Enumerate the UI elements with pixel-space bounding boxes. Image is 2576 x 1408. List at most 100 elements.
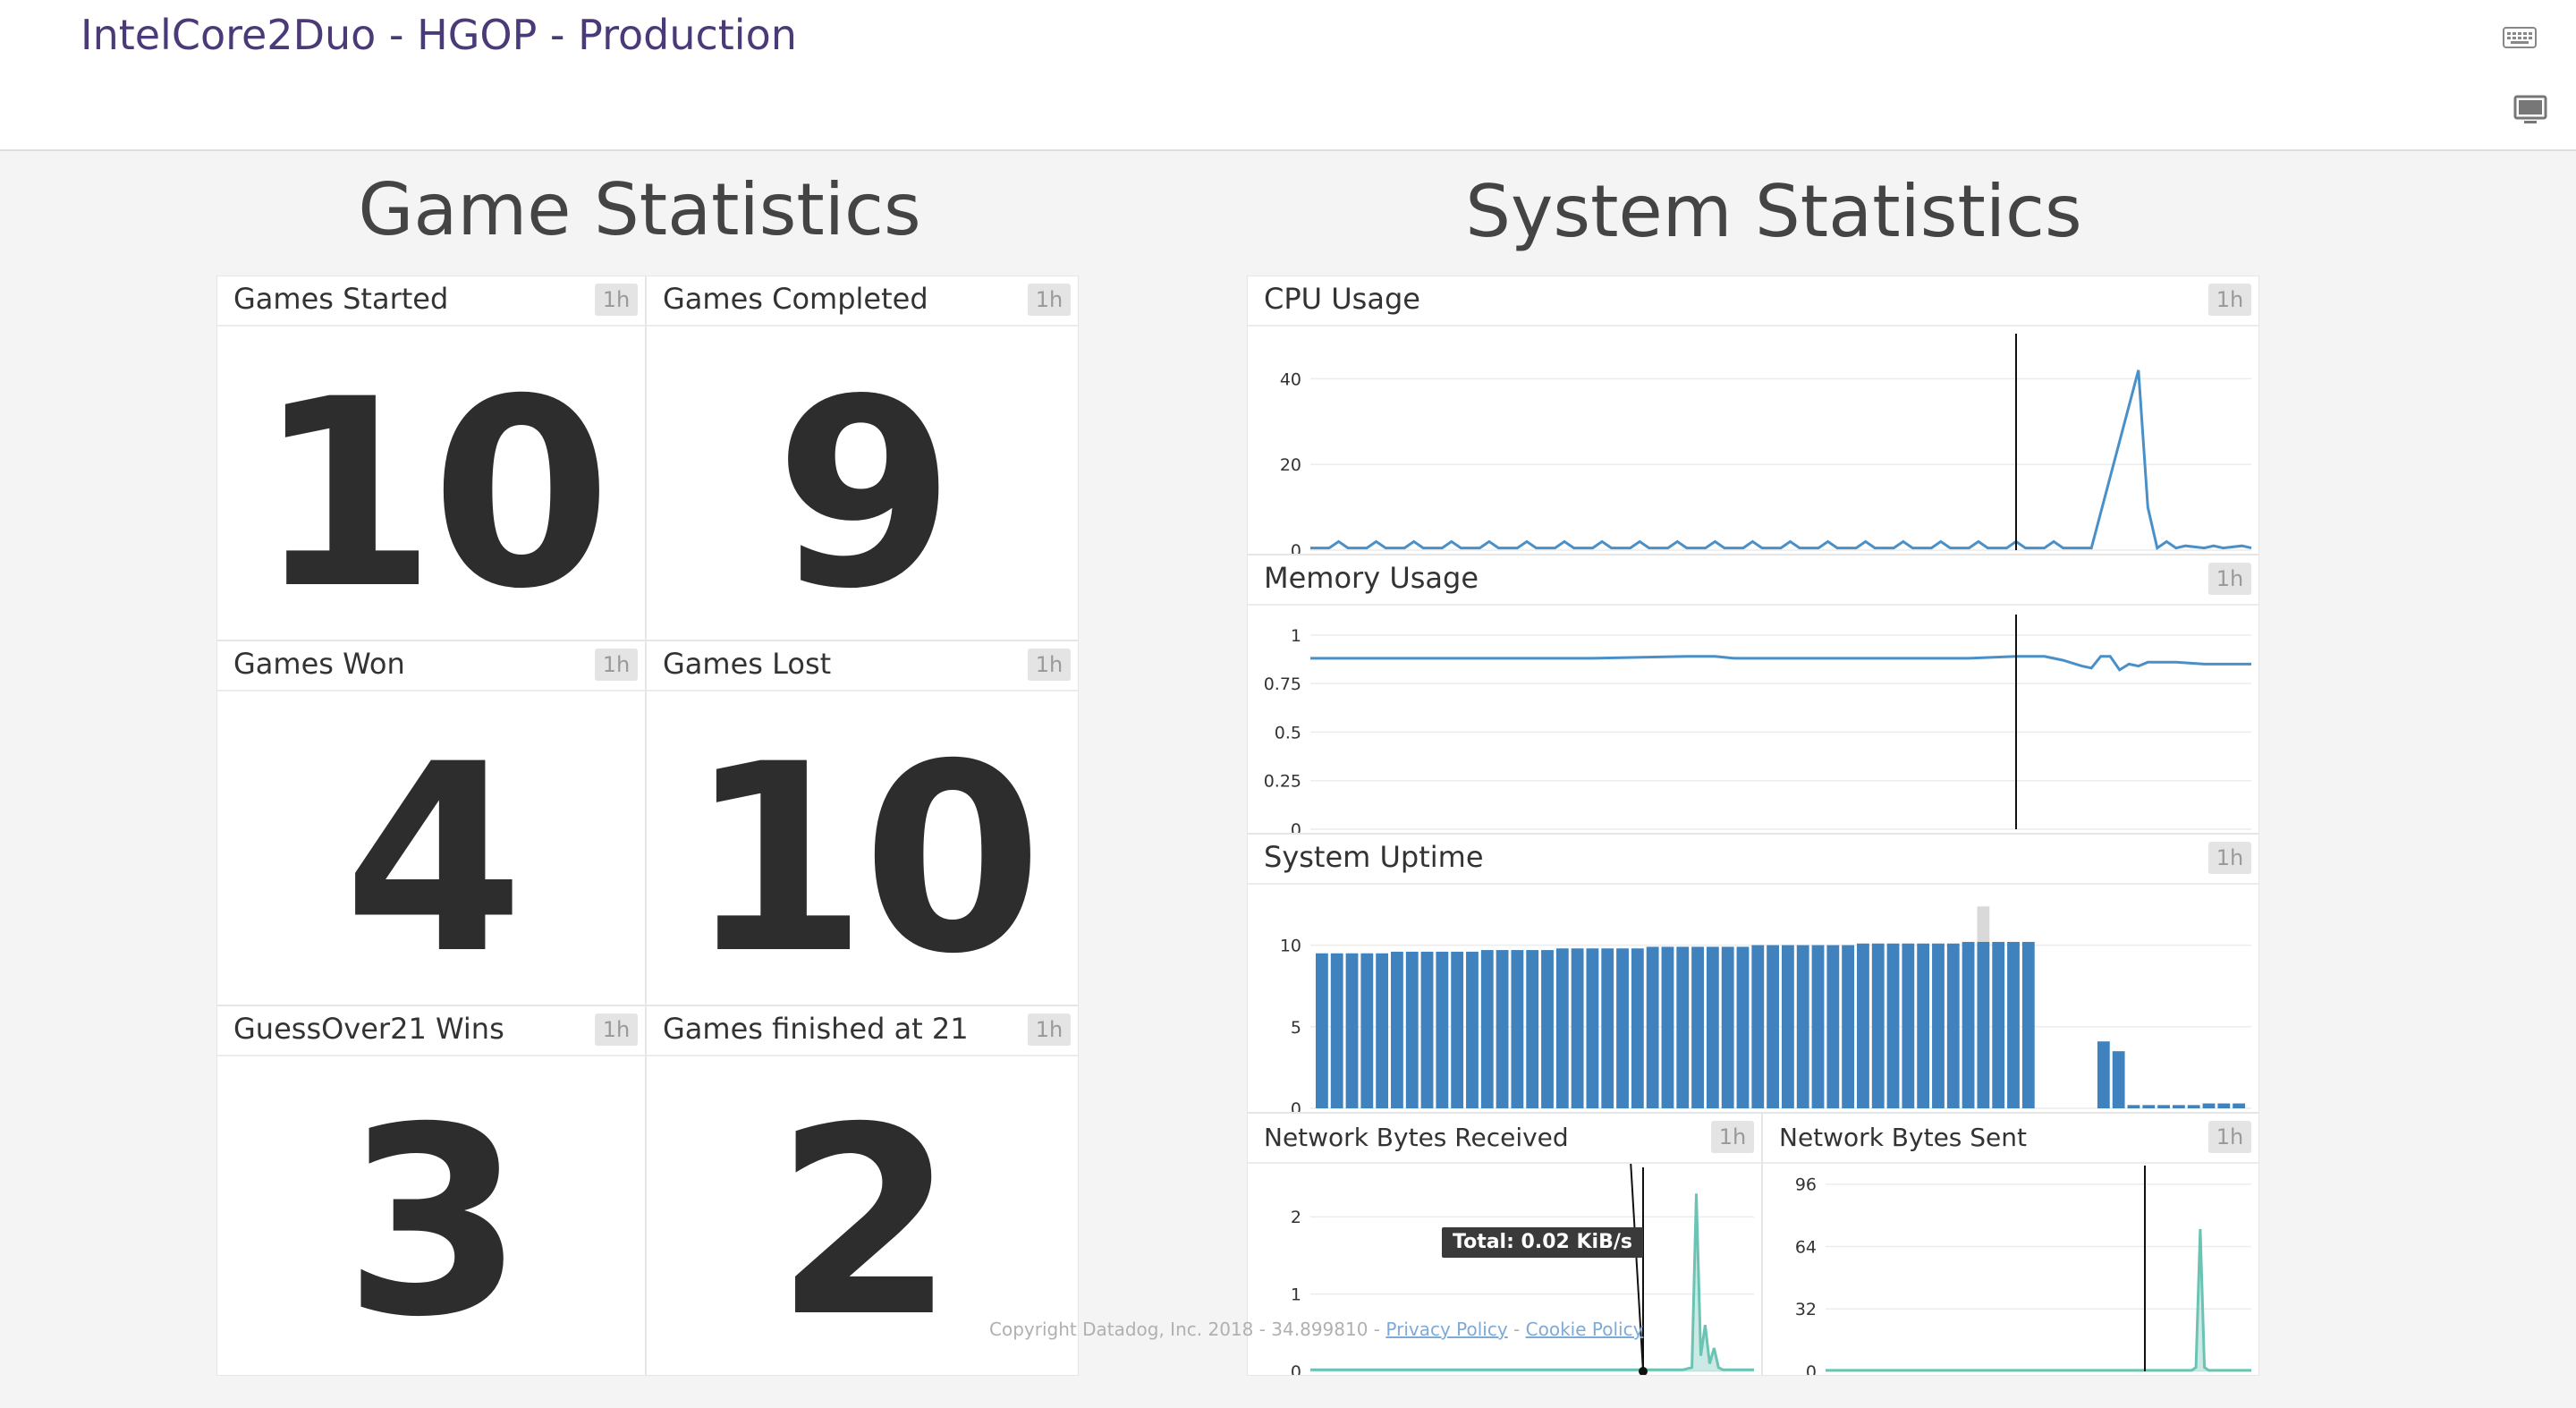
widget-header: Memory Usage 1h [1248,556,2258,606]
widget-network-bytes-sent[interactable]: Network Bytes Sent 1h 0 32 64 96 [1762,1113,2259,1376]
series-area [1310,1193,1754,1371]
system-statistics-panel: CPU Usage 1h 0 20 40 Memory Usage 1h 0 0.25… [1247,276,2259,1376]
bar [1721,946,1734,1108]
timeframe-badge: 1h [2208,842,2251,874]
y-tick-label: 64 [1795,1237,1817,1257]
bar [1646,946,1659,1108]
widget-games-completed[interactable]: Games Completed 1h 9 [646,276,1079,640]
widget-title: Network Bytes Received [1264,1123,1569,1152]
widget-header: Games Started 1h [217,276,645,327]
widget-header: Network Bytes Received 1h [1248,1114,1761,1164]
bar [1661,946,1674,1108]
bar [1751,945,1765,1108]
footer: Copyright Datadog, Inc. 2018 - 34.899810… [989,1319,1643,1340]
copyright-text: Copyright Datadog, Inc. 2018 - 34.899810… [989,1319,1386,1340]
bar [1526,950,1539,1108]
tooltip-point [1639,1367,1648,1375]
series-line [1310,369,2252,551]
system-statistics-heading: System Statistics [1465,170,2082,253]
bar [1376,953,1389,1108]
bar [2217,1103,2231,1108]
bar [2233,1103,2245,1108]
widget-header: Games finished at 21 1h [647,1006,1078,1056]
y-tick-label: 10 [1280,937,1301,956]
memory-usage-chart[interactable]: 0 0.25 0.5 0.75 1 [1248,606,2258,833]
timeframe-badge: 1h [595,284,638,316]
widget-header: Games Completed 1h [647,276,1078,327]
y-tick-label: 0 [1291,1362,1301,1375]
bar [1391,951,1403,1108]
bar [2202,1103,2216,1108]
timeframe-badge: 1h [1028,649,1071,681]
bar [1616,948,1629,1108]
dashboard-title: IntelCore2Duo - HGOP - Production [80,11,797,59]
bar [1796,945,1809,1108]
bar [1842,945,1855,1108]
bar [1601,948,1614,1108]
bar [1330,953,1343,1108]
widget-title: Games Started [233,282,449,316]
y-tick-label: 20 [1280,455,1301,475]
query-value: 10 [256,344,612,646]
bar [1480,950,1494,1108]
y-tick-label: 0 [1291,541,1301,554]
bar [1420,951,1434,1108]
bar [1857,943,1869,1108]
top-bar: IntelCore2Duo - HGOP - Production [0,0,2576,151]
y-tick-label: 96 [1795,1175,1817,1195]
bar [1676,946,1690,1108]
bar [1932,943,1945,1108]
bar [1811,945,1825,1108]
y-tick-label: 0.75 [1264,674,1301,694]
series-line [1826,1228,2251,1372]
widget-memory-usage[interactable]: Memory Usage 1h 0 0.25 0.5 0.75 1 [1247,555,2259,834]
bar [2187,1105,2200,1108]
keyboard-icon[interactable] [2503,25,2537,50]
chart-tooltip: Total: 0.02 KiB/s [1442,1227,1643,1258]
bar [1316,953,1328,1108]
widget-games-lost[interactable]: Games Lost 1h 10 [646,640,1079,1005]
bar [1405,951,1419,1108]
bar [1436,951,1449,1108]
widget-system-uptime[interactable]: System Uptime 1h 0 5 10 [1247,834,2259,1113]
widget-title: Games Lost [663,647,832,681]
timeframe-badge: 1h [1711,1121,1754,1153]
tooltip-connector [1630,1164,1644,1372]
widget-title: GuessOver21 Wins [233,1012,504,1046]
y-tick-label: 0.25 [1264,772,1301,792]
widget-cpu-usage[interactable]: CPU Usage 1h 0 20 40 [1247,276,2259,555]
y-tick-label: 1 [1291,626,1301,646]
bar [1977,941,1990,1108]
widget-games-won[interactable]: Games Won 1h 4 [216,640,646,1005]
widget-title: CPU Usage [1264,282,1420,316]
widget-guessover21-wins[interactable]: GuessOver21 Wins 1h 3 [216,1005,646,1376]
query-value: 3 [343,1073,524,1374]
timeframe-badge: 1h [595,649,638,681]
series-area [1826,1228,2251,1371]
y-tick-label: 2 [1291,1208,1301,1227]
bar [1706,946,1719,1108]
monitor-icon[interactable] [2513,93,2547,127]
timeframe-badge: 1h [2208,563,2251,595]
system-uptime-chart[interactable]: 0 5 10 [1248,885,2258,1112]
bar [1736,946,1750,1108]
bar [1496,950,1509,1108]
privacy-policy-link[interactable]: Privacy Policy [1385,1319,1507,1340]
y-tick-label: 0 [1291,1099,1301,1112]
bar [2172,1105,2185,1108]
network-bytes-sent-chart[interactable]: 0 32 64 96 [1763,1164,2258,1375]
cpu-usage-chart[interactable]: 0 20 40 [1248,327,2258,554]
bar [2157,1105,2170,1108]
bar [2127,1105,2140,1108]
cookie-policy-link[interactable]: Cookie Policy [1526,1319,1644,1340]
widget-header: System Uptime 1h [1248,835,2258,885]
widget-games-started[interactable]: Games Started 1h 10 [216,276,646,640]
network-bytes-received-chart[interactable]: 0 1 2 [1248,1164,1761,1375]
timeframe-badge: 1h [1028,1014,1071,1046]
y-tick-label: 0 [1806,1362,1817,1375]
timeframe-badge: 1h [1028,284,1071,316]
bar [2112,1051,2125,1108]
timeframe-badge: 1h [2208,1121,2251,1153]
bar [1555,948,1569,1108]
bar [1451,951,1464,1108]
